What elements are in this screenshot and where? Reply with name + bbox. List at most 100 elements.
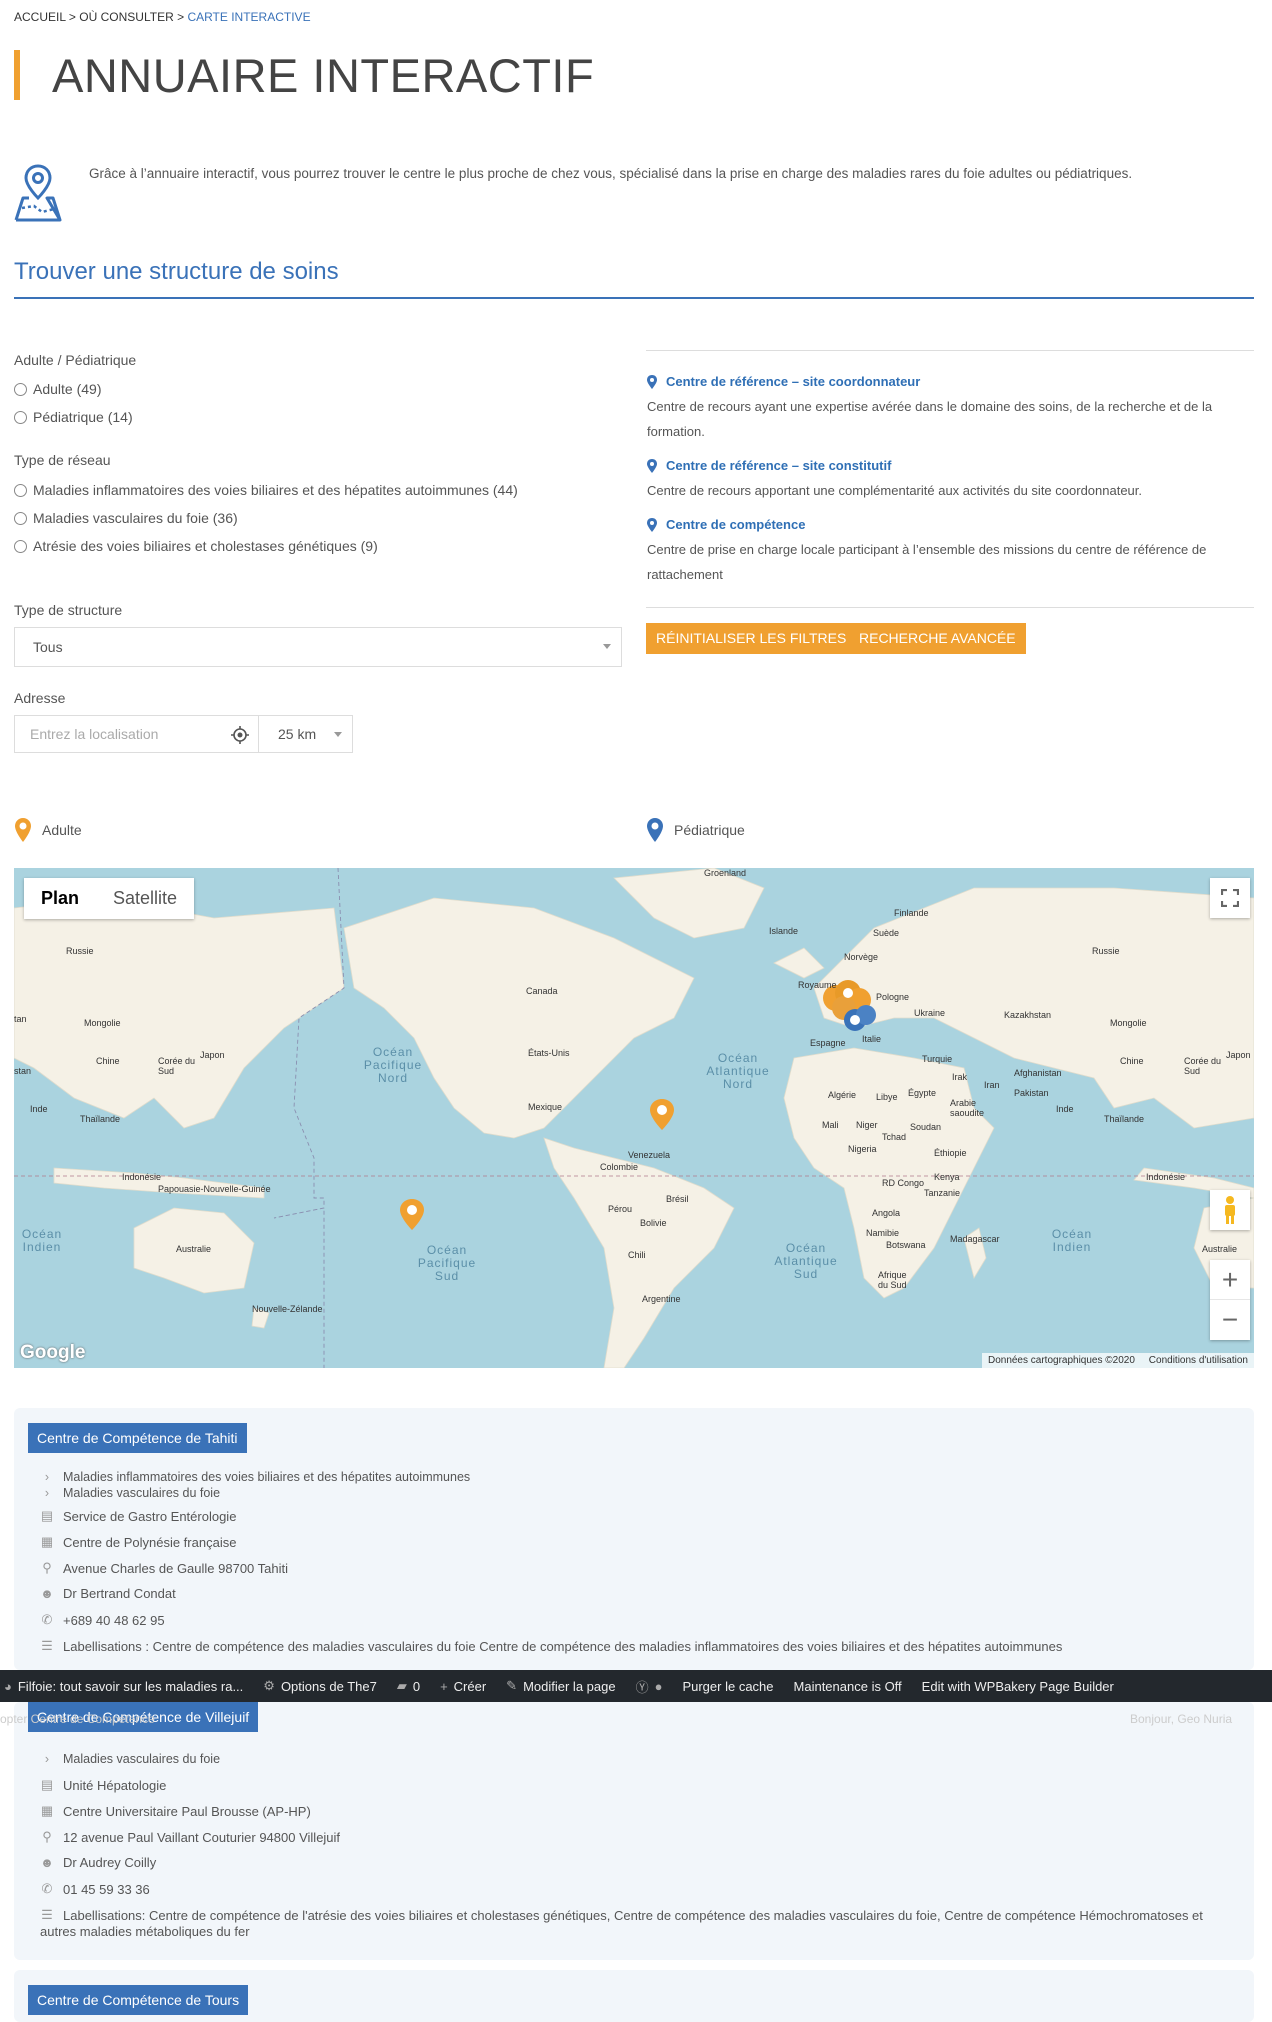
adult-marker-caribbean xyxy=(650,1099,674,1130)
map-label: Éthiopie xyxy=(934,1148,967,1158)
reset-filters-button[interactable]: RÉINITIALISER LES FILTRES xyxy=(646,623,857,654)
zoom-out-button[interactable]: − xyxy=(1210,1300,1250,1340)
chevron-right-icon: › xyxy=(44,1752,50,1766)
card-network: › Maladies vasculaires du foie xyxy=(40,1752,220,1766)
wp-new-content[interactable]: + Créer xyxy=(430,1679,496,1694)
world-map[interactable]: Groenland Islande Finlande Suède Norvège… xyxy=(14,868,1254,1368)
wp-edit-page[interactable]: ✎ Modifier la page xyxy=(496,1678,625,1694)
legend-top-divider xyxy=(646,350,1254,351)
map-legend-label: Adulte xyxy=(42,822,82,838)
map-label: Japon xyxy=(200,1050,225,1060)
age-filter-label: Adulte / Pédiatrique xyxy=(14,352,137,368)
wp-admin-bar: ◕ Filfoie: tout savoir sur les maladies r… xyxy=(0,1670,1272,1702)
legend-title-text: Centre de référence – site constitutif xyxy=(666,458,892,473)
radio-network-inflammatory[interactable]: Maladies inflammatoires des voies biliai… xyxy=(14,482,518,498)
map-label: Japon xyxy=(1226,1050,1251,1060)
map-label: Brésil xyxy=(666,1194,689,1204)
wp-theme-options[interactable]: ⚙ Options de The7 xyxy=(253,1678,387,1694)
map-label: Groenland xyxy=(704,868,747,878)
comment-icon: ▰ xyxy=(396,1678,407,1693)
wp-maintenance[interactable]: Maintenance is Off xyxy=(784,1679,912,1694)
radio-circle[interactable] xyxy=(14,539,27,553)
breadcrumb-home[interactable]: ACCUEIL xyxy=(14,10,66,24)
map-label: Inde xyxy=(30,1104,48,1114)
card-address: ⚲ 12 avenue Paul Vaillant Couturier 94800… xyxy=(40,1829,340,1845)
card-title-button[interactable]: Centre de Compétence de Tahiti xyxy=(28,1423,247,1453)
radius-select[interactable]: 25 km xyxy=(258,715,353,753)
card-network: › Maladies vasculaires du foie xyxy=(40,1486,220,1500)
phone-icon: ✆ xyxy=(41,1881,53,1896)
wp-site-menu[interactable]: ◕ Filfoie: tout savoir sur les maladies r… xyxy=(0,1679,253,1694)
structure-select[interactable]: Tous xyxy=(14,627,622,667)
card-labels: ☰ Labellisations : Centre de compétence d… xyxy=(40,1638,1062,1654)
card-address-text: Avenue Charles de Gaulle 98700 Tahiti xyxy=(63,1560,289,1576)
scroll-ghost-text: opter Centre de Compétence xyxy=(0,1712,155,1726)
map-terms-link[interactable]: Conditions d'utilisation xyxy=(1149,1355,1248,1366)
street-view-button[interactable] xyxy=(1210,1190,1250,1230)
map-label: Espagne xyxy=(810,1038,846,1048)
address-input[interactable]: Entrez la localisation xyxy=(14,715,259,753)
map-canvas[interactable] xyxy=(14,868,1254,1368)
map-tab-plan[interactable]: Plan xyxy=(24,878,96,919)
map-label: Pologne xyxy=(876,992,910,1002)
list-icon: ☰ xyxy=(41,1907,53,1922)
legend-competence-title: Centre de compétence xyxy=(647,517,805,532)
radio-circle[interactable] xyxy=(14,382,27,396)
wp-comments[interactable]: ▰ 0 xyxy=(387,1678,430,1694)
card-network-text: Maladies vasculaires du foie xyxy=(63,1752,221,1766)
fullscreen-icon xyxy=(1221,889,1239,907)
radio-adult[interactable]: Adulte (49) xyxy=(14,381,101,397)
map-label: Tchad xyxy=(882,1132,907,1142)
map-marker-icon xyxy=(647,517,657,532)
legend-bottom-divider xyxy=(646,607,1254,608)
geolocate-icon[interactable] xyxy=(230,725,250,748)
radio-circle[interactable] xyxy=(14,511,27,525)
zoom-controls: + − xyxy=(1210,1260,1250,1340)
card-labels-text: Labellisations: Centre de compétence de … xyxy=(63,1907,1203,1923)
legend-title-text: Centre de compétence xyxy=(666,517,806,532)
legend-title-text: Centre de référence – site coordonnateur xyxy=(666,374,921,389)
radio-circle[interactable] xyxy=(14,410,27,424)
radio-network-atresia[interactable]: Atrésie des voies biliaires et cholestas… xyxy=(14,538,378,554)
map-label: Thaïlande xyxy=(1104,1114,1145,1124)
dashboard-icon: ◕ xyxy=(4,1678,12,1694)
radio-network-vascular[interactable]: Maladies vasculaires du foie (36) xyxy=(14,510,238,526)
hospital-icon: ▦ xyxy=(40,1803,54,1818)
radio-circle[interactable] xyxy=(14,483,27,497)
chevron-right-icon: › xyxy=(44,1470,50,1484)
card-phone-text[interactable]: +689 40 48 62 95 xyxy=(63,1613,165,1628)
map-label: Libye xyxy=(876,1092,898,1102)
map-marker-icon: ⚲ xyxy=(42,1560,52,1575)
wp-wpbakery[interactable]: Edit with WPBakery Page Builder xyxy=(912,1679,1124,1694)
map-label: Australie xyxy=(1202,1244,1238,1254)
result-card: Centre de Compétence de Tahiti › Maladies… xyxy=(14,1408,1254,1670)
adult-marker-tahiti xyxy=(400,1199,424,1230)
fullscreen-button[interactable] xyxy=(1210,878,1250,918)
orange-marker-icon xyxy=(15,818,31,842)
page-title-wrap: ANNUAIRE INTERACTIF xyxy=(14,50,594,102)
map-label: Namibie xyxy=(866,1228,900,1238)
wp-edit-label: Modifier la page xyxy=(523,1678,616,1694)
card-service-text: Unité Hépatologie xyxy=(63,1777,167,1793)
server-icon: ▤ xyxy=(40,1777,54,1792)
breadcrumb-current: CARTE INTERACTIVE xyxy=(187,10,311,24)
wp-seo-menu[interactable]: Ⓨ ● xyxy=(626,1677,673,1696)
breadcrumb-parent[interactable]: OÙ CONSULTER xyxy=(79,10,173,24)
advanced-search-button[interactable]: RECHERCHE AVANCÉE xyxy=(849,623,1026,654)
map-label: Turquie xyxy=(922,1054,953,1064)
map-label: Thaïlande xyxy=(80,1114,121,1124)
wp-purge-cache[interactable]: Purger le cache xyxy=(672,1679,783,1694)
map-label: Russie xyxy=(1092,946,1120,956)
zoom-in-button[interactable]: + xyxy=(1210,1260,1250,1300)
card-title-button[interactable]: Centre de Compétence de Tours xyxy=(28,1985,249,2015)
sliders-icon: ⚙ xyxy=(263,1678,275,1693)
hospital-icon: ▦ xyxy=(40,1534,54,1549)
map-label: Kazakhstan xyxy=(1004,1010,1052,1020)
card-hospital-text: Centre Universitaire Paul Brousse (AP-HP… xyxy=(63,1803,311,1819)
pegman-icon xyxy=(1225,1196,1235,1224)
card-phone-text[interactable]: 01 45 59 33 36 xyxy=(63,1882,150,1897)
card-labels-text: autres maladies métaboliques du fer xyxy=(40,1924,250,1939)
map-legend-adult: Adulte xyxy=(14,817,82,843)
radio-pediatric[interactable]: Pédiatrique (14) xyxy=(14,409,133,425)
map-tab-satellite[interactable]: Satellite xyxy=(96,878,194,919)
